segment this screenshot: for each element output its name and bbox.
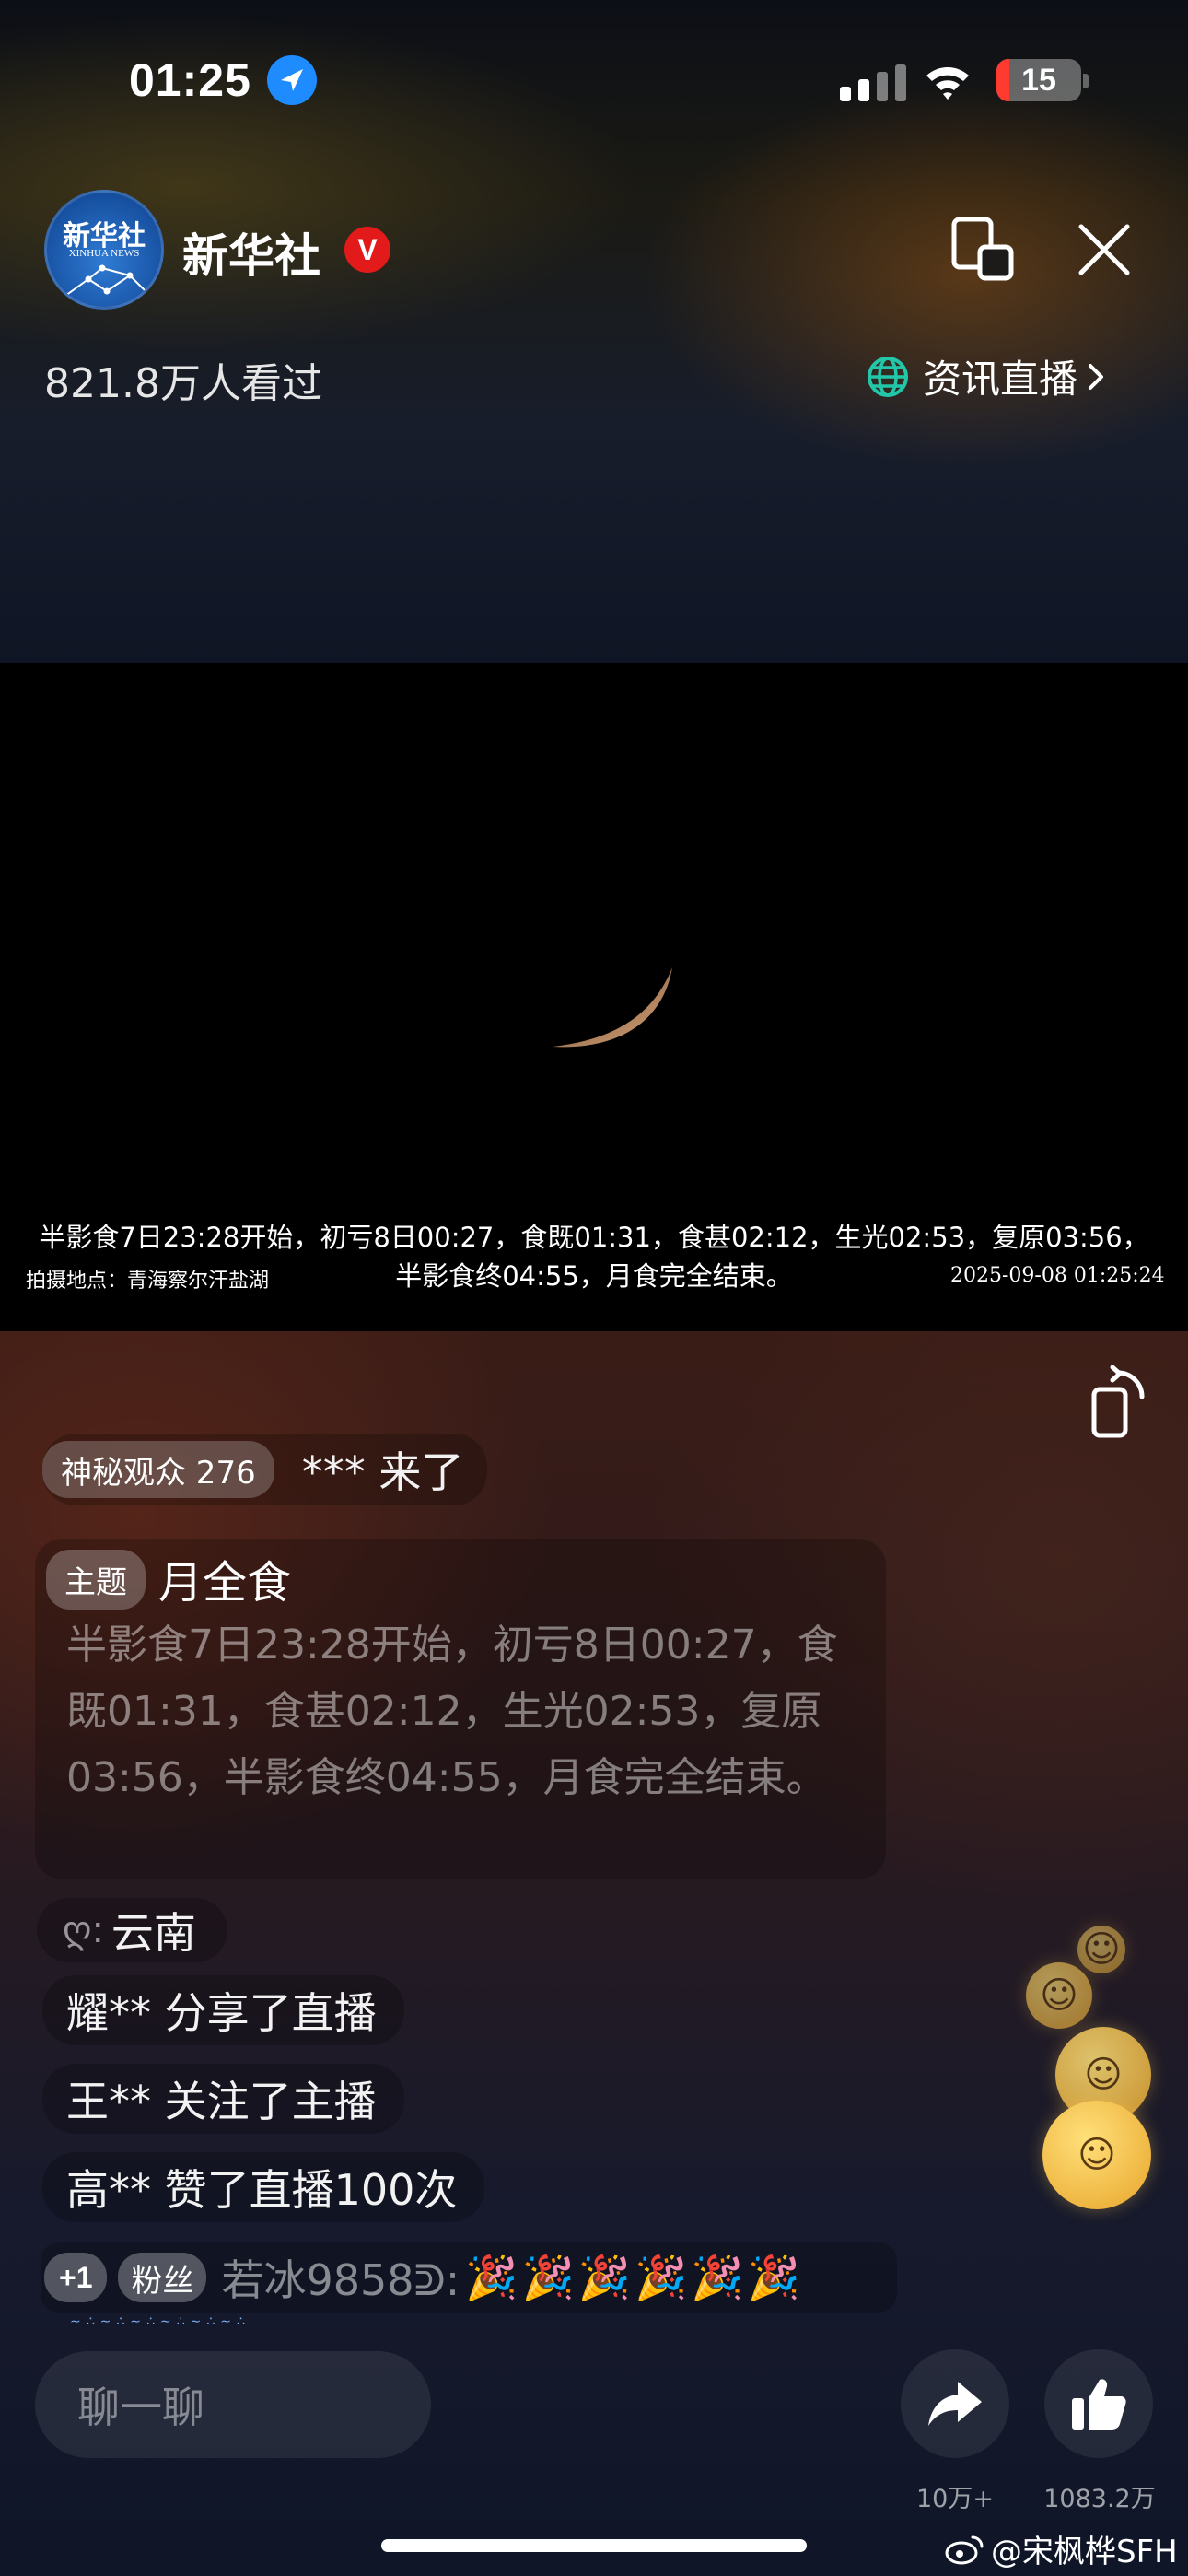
status-time: 01:25 bbox=[129, 54, 251, 106]
close-icon[interactable] bbox=[1074, 219, 1135, 280]
reaction-emoji-icon: ☺ bbox=[1026, 1962, 1092, 2029]
chevron-right-icon bbox=[1089, 363, 1104, 390]
viewer-joined-message: 神秘观众 276 *** 来了 bbox=[42, 1434, 488, 1505]
share-event-message: 耀** 分享了直播 bbox=[42, 1975, 404, 2045]
home-indicator[interactable] bbox=[381, 2539, 807, 2552]
verified-badge-icon: V bbox=[344, 227, 390, 273]
video-location: 拍摄地点：青海察尔汗盐湖 bbox=[26, 1270, 270, 1293]
battery-percent: 15 bbox=[1021, 62, 1056, 98]
confetti-decoration: ∼∴∼∴∼∴∼∴∼∴∼∴ bbox=[70, 2314, 250, 2329]
region-message: ღ: 云南 bbox=[37, 1898, 227, 1962]
cellular-signal-icon bbox=[840, 64, 906, 101]
reaction-emoji-icon: ☺ bbox=[1077, 1926, 1125, 1973]
fan-badge: 粉丝 bbox=[118, 2253, 207, 2302]
follow-event-message: 王** 关注了主播 bbox=[42, 2064, 404, 2134]
topic-tag: 主题 bbox=[46, 1550, 146, 1610]
topic-card: 主题 月全食 半影食7日23:28开始，初亏8日00:27，食既01:31，食甚… bbox=[35, 1539, 886, 1879]
weibo-icon bbox=[945, 2535, 984, 2564]
share-event-text: 耀** 分享了直播 bbox=[66, 1988, 377, 2038]
follow-event-text: 王** 关注了主播 bbox=[66, 2077, 377, 2126]
share-count: 10万+ bbox=[916, 2485, 994, 2513]
view-count: 821.8万人看过 bbox=[44, 360, 322, 407]
avatar-logo-subtext: XINHUA NEWS bbox=[68, 248, 140, 259]
like-button[interactable] bbox=[1044, 2349, 1153, 2458]
region-text: 云南 bbox=[111, 1908, 196, 1958]
chat-message: +1 粉丝 若冰9858ᕲ: 🎉🎉🎉🎉🎉🎉 bbox=[41, 2242, 897, 2313]
wifi-icon bbox=[926, 67, 969, 100]
region-mark: ღ: bbox=[63, 1909, 104, 1951]
share-arrow-icon bbox=[928, 2382, 982, 2426]
globe-icon bbox=[868, 356, 908, 397]
thumbs-up-icon bbox=[1072, 2379, 1126, 2430]
user-level-badge: +1 bbox=[44, 2253, 108, 2302]
channel-avatar[interactable]: 新华社 XINHUA NEWS bbox=[44, 190, 164, 310]
battery-cap bbox=[1083, 74, 1089, 88]
constellation-icon bbox=[62, 264, 152, 299]
viewer-joined-text: *** 来了 bbox=[301, 1447, 464, 1497]
watermark-text: @宋枫桦SFH bbox=[991, 2534, 1178, 2570]
reaction-emoji-icon: ☺ bbox=[1042, 2101, 1151, 2209]
video-caption-line-1: 半影食7日23:28开始，初亏8日00:27，食既01:31，食甚02:12，生… bbox=[39, 1222, 1149, 1253]
viewer-tag: 神秘观众 276 bbox=[42, 1441, 274, 1498]
battery-indicator: 15 bbox=[996, 59, 1081, 101]
video-timestamp: 2025-09-08 01:25:24 bbox=[950, 1264, 1165, 1287]
share-button[interactable] bbox=[901, 2349, 1009, 2458]
message-username[interactable]: 若冰9858ᕲ: bbox=[221, 2247, 460, 2308]
channel-name[interactable]: 新华社 bbox=[182, 219, 320, 286]
crescent-moon bbox=[553, 967, 672, 1048]
like-count: 1083.2万 bbox=[1043, 2485, 1156, 2513]
chat-input[interactable]: 聊一聊 bbox=[35, 2351, 431, 2458]
category-link[interactable]: 资讯直播 bbox=[866, 348, 1107, 404]
message-text: 🎉🎉🎉🎉🎉🎉 bbox=[465, 2252, 804, 2302]
weibo-watermark: @宋枫桦SFH bbox=[945, 2526, 1178, 2571]
like-event-text: 高** 赞了直播100次 bbox=[66, 2165, 458, 2215]
picture-in-picture-button[interactable] bbox=[949, 216, 1015, 282]
topic-title: 月全食 bbox=[158, 1557, 292, 1609]
location-arrow-icon bbox=[267, 55, 317, 105]
topic-body: 半影食7日23:28开始，初亏8日00:27，食既01:31，食甚02:12，生… bbox=[66, 1622, 838, 1801]
like-event-message: 高** 赞了直播100次 bbox=[42, 2152, 485, 2222]
category-label: 资讯直播 bbox=[923, 357, 1078, 402]
rotate-screen-button[interactable] bbox=[1087, 1365, 1151, 1439]
